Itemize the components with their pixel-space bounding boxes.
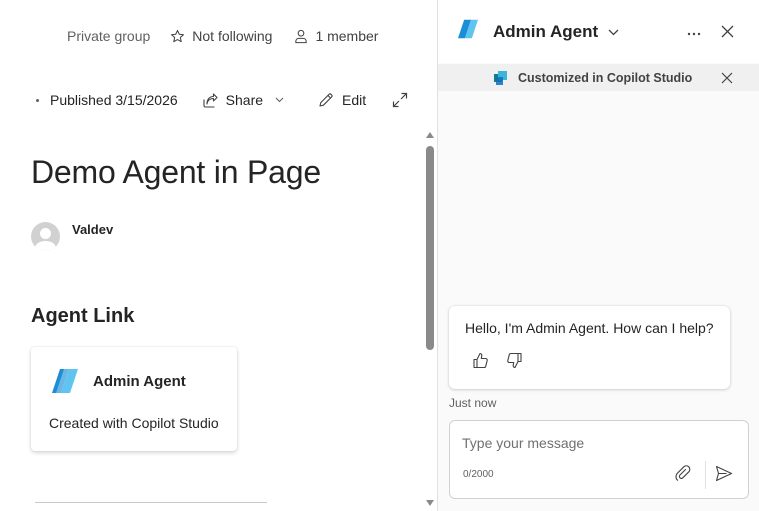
agent-message-bubble: Hello, I'm Admin Agent. How can I help?	[449, 306, 730, 389]
group-info-bar: Private group Not following 1 member	[67, 28, 378, 44]
like-button[interactable]	[472, 352, 489, 374]
agent-logo-icon	[458, 19, 478, 39]
copilot-pane: Admin Agent Customized in Copilot Studio…	[437, 0, 759, 511]
agent-link-card[interactable]: Admin Agent Created with Copilot Studio	[31, 347, 237, 451]
char-counter: 0/2000	[463, 469, 494, 480]
thumbs-up-icon	[473, 352, 488, 369]
agent-card-description: Created with Copilot Studio	[49, 415, 219, 431]
dismiss-banner-button[interactable]	[721, 71, 733, 89]
page-title: Demo Agent in Page	[31, 154, 321, 190]
person-icon	[295, 29, 308, 43]
privacy-label: Private group	[67, 28, 151, 44]
more-options-button[interactable]	[687, 23, 701, 40]
edit-label: Edit	[342, 92, 367, 108]
agent-message-text: Hello, I'm Admin Agent. How can I help?	[465, 320, 714, 336]
message-timestamp: Just now	[449, 396, 497, 410]
members-button[interactable]: 1 member	[294, 28, 378, 44]
page-scrollbar[interactable]	[424, 130, 436, 508]
star-icon	[171, 29, 185, 42]
close-icon	[721, 72, 733, 84]
scroll-down-arrow-icon[interactable]	[426, 500, 434, 506]
thumbs-down-icon	[507, 352, 522, 369]
close-pane-button[interactable]	[721, 25, 734, 43]
paperclip-icon	[675, 465, 691, 481]
members-label: 1 member	[315, 28, 379, 44]
published-date: Published 3/15/2026	[50, 92, 178, 108]
bullet-dot	[36, 98, 39, 102]
chevron-down-icon	[275, 97, 284, 103]
agent-logo-icon	[52, 369, 78, 393]
expand-icon	[393, 92, 408, 108]
author-name[interactable]: Valdev	[72, 222, 113, 237]
expand-button[interactable]	[392, 92, 408, 108]
copilot-studio-icon	[494, 71, 507, 85]
chevron-down-icon	[608, 29, 619, 35]
command-bar: Published 3/15/2026 Share Edit	[36, 92, 408, 108]
scroll-up-arrow-icon[interactable]	[426, 132, 434, 138]
share-button[interactable]: Share	[202, 92, 284, 108]
divider	[35, 502, 267, 503]
more-icon	[687, 32, 701, 36]
follow-button[interactable]: Not following	[170, 28, 272, 44]
message-composer: 0/2000	[449, 420, 749, 499]
pane-agent-name: Admin Agent	[493, 22, 599, 41]
agent-switcher[interactable]: Admin Agent	[493, 22, 619, 42]
sharepoint-page: Private group Not following 1 member Pub…	[0, 0, 437, 511]
edit-button[interactable]: Edit	[318, 92, 366, 108]
message-input[interactable]	[462, 433, 732, 453]
composer-divider	[705, 461, 706, 489]
pencil-icon	[319, 93, 333, 107]
dislike-button[interactable]	[506, 352, 523, 374]
send-button[interactable]	[715, 465, 733, 487]
pane-header: Admin Agent	[438, 0, 759, 63]
scroll-thumb[interactable]	[426, 146, 434, 350]
send-icon	[715, 465, 733, 482]
agent-card-name: Admin Agent	[93, 372, 186, 390]
avatar[interactable]	[31, 222, 60, 251]
section-title: Agent Link	[31, 305, 135, 327]
author-block: Valdev	[31, 220, 113, 251]
close-icon	[721, 25, 734, 38]
follow-label: Not following	[192, 28, 273, 44]
copilot-studio-banner: Customized in Copilot Studio	[438, 64, 759, 91]
banner-text: Customized in Copilot Studio	[518, 71, 693, 85]
share-label: Share	[225, 92, 264, 108]
share-icon	[203, 92, 218, 108]
attach-button[interactable]	[675, 465, 691, 487]
